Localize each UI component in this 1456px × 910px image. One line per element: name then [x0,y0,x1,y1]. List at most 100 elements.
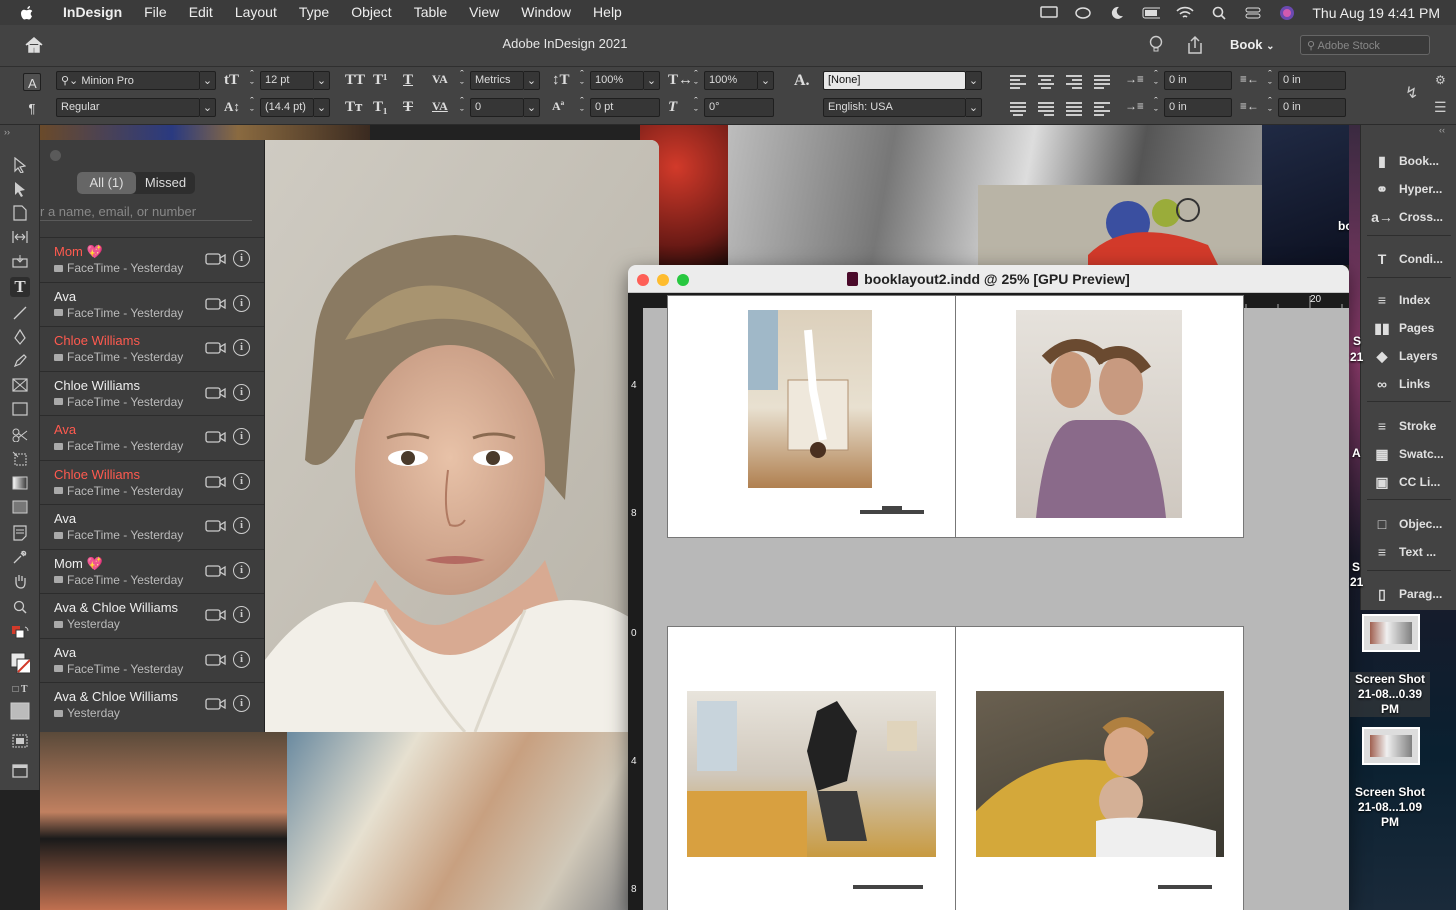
info-icon[interactable]: i [233,650,250,668]
panel-tab-text-wrap[interactable]: ≡ Text ... [1361,538,1456,566]
language-field[interactable]: English: USA [823,98,966,117]
page-spread-1-left[interactable] [667,295,956,538]
spotlight-search-icon[interactable] [1210,6,1228,20]
panel-tab-hyperlink[interactable]: ⚭ Hyper... [1361,175,1456,203]
underline-button[interactable]: T [403,72,413,89]
stepper-icon[interactable]: ˆˇ [1264,69,1276,93]
paragraph-formatting-button[interactable]: ¶ [23,99,41,117]
menu-view[interactable]: View [458,0,510,25]
menu-help[interactable]: Help [582,0,633,25]
chevron-down-icon[interactable]: ⌄ [758,71,774,90]
panel-tab-conditional-text[interactable]: T Condi... [1361,245,1456,273]
skew-field[interactable]: 0° [704,98,774,117]
call-row[interactable]: Mom 💖 FaceTime - Yesterday i [40,237,264,281]
stepper-icon[interactable]: ˆˇ [1150,96,1162,120]
leading-field[interactable]: (14.4 pt) [260,98,314,117]
right-indent-field[interactable]: 0 in [1278,71,1346,90]
tab-missed[interactable]: Missed [136,172,195,194]
page-spread-1-right[interactable] [955,295,1244,538]
small-caps-button[interactable]: Tт [345,99,362,116]
info-icon[interactable]: i [233,339,250,356]
direct-selection-tool-icon[interactable] [10,179,30,199]
align-spine-icon[interactable] [1094,102,1110,116]
share-icon[interactable] [1186,35,1204,60]
chevron-down-icon[interactable]: ⌄ [644,71,660,90]
view-mode-icon[interactable] [10,731,30,751]
info-icon[interactable]: i [233,250,250,267]
vertical-ruler[interactable]: 4 8 0 4 8 [628,308,643,910]
panel-tab-links[interactable]: ∞ Links [1361,370,1456,398]
lightbulb-icon[interactable] [1148,35,1164,60]
panel-tab-index[interactable]: ≡ Index [1361,286,1456,314]
horizontal-scale-field[interactable]: 100% [704,71,758,90]
photo-bedroom[interactable] [687,691,936,857]
vertical-scale-field[interactable]: 100% [590,71,644,90]
subscript-button[interactable]: T₁ [373,99,388,116]
gap-tool-icon[interactable] [10,227,30,247]
call-row[interactable]: Ava FaceTime - Yesterday i [40,637,264,682]
gradient-swatch-tool-icon[interactable] [10,473,30,493]
chevron-down-icon[interactable]: ⌄ [314,98,330,117]
scissors-tool-icon[interactable] [10,425,30,445]
collapse-icon[interactable]: ›› [4,127,10,137]
panel-menu-icon[interactable]: ☰ [1434,99,1447,116]
rectangle-tool-icon[interactable] [10,399,30,419]
zoom-tool-icon[interactable] [10,597,30,617]
menu-layout[interactable]: Layout [224,0,288,25]
display-icon[interactable] [1040,6,1059,20]
screen-mode-icon[interactable] [10,761,30,781]
screenshot-label-2[interactable]: Screen Shot 21-08...1.09 PM [1350,785,1430,830]
stepper-icon[interactable]: ˆˇ [246,96,258,120]
first-line-indent-field[interactable]: 0 in [1164,98,1232,117]
tracking-field[interactable]: 0 [470,98,524,117]
panel-tab-swatches[interactable]: ▦ Swatc... [1361,440,1456,468]
photo-chair-handstand[interactable] [748,310,872,488]
gradient-feather-tool-icon[interactable] [10,497,30,517]
info-icon[interactable]: i [233,517,250,534]
font-family-field[interactable]: ⚲⌄ Minion Pro [56,71,200,90]
facetime-video-call-icon[interactable] [205,430,227,449]
default-colors-icon[interactable] [10,623,30,643]
info-icon[interactable]: i [233,561,250,579]
chevron-down-icon[interactable]: ⌄ [966,98,982,117]
call-row[interactable]: Chloe Williams FaceTime - Yesterday i [40,459,264,504]
creative-cloud-icon[interactable] [1074,6,1092,20]
facetime-video-call-icon[interactable] [205,608,227,627]
facetime-video-call-icon[interactable] [205,252,227,271]
chevron-down-icon[interactable]: ⌄ [524,98,540,117]
chevron-down-icon[interactable]: ⌄ [966,71,982,90]
call-row[interactable]: Mom 💖 FaceTime - Yesterday i [40,548,264,593]
left-indent-field[interactable]: 0 in [1164,71,1232,90]
call-row[interactable]: Ava FaceTime - Yesterday i [40,415,264,459]
stepper-icon[interactable]: ˆˇ [246,69,258,93]
screenshot-thumbnail-1[interactable] [1362,614,1420,652]
panel-tab-object-styles[interactable]: □ Objec... [1361,510,1456,538]
menu-window[interactable]: Window [510,0,582,25]
kerning-field[interactable]: Metrics [470,71,524,90]
apple-icon[interactable] [20,5,40,21]
call-row[interactable]: Ava FaceTime - Yesterday i [40,281,264,326]
font-style-field[interactable]: Regular [56,98,200,117]
info-icon[interactable]: i [233,472,250,490]
battery-icon[interactable] [1142,6,1161,20]
last-line-indent-field[interactable]: 0 in [1278,98,1346,117]
content-collector-icon[interactable] [10,251,30,271]
panel-tab-paragraph-styles[interactable]: ▯ Parag... [1361,580,1456,608]
pen-tool-icon[interactable] [10,327,30,347]
screenshot-thumbnail-2[interactable] [1362,727,1420,765]
chevron-down-icon[interactable]: ⌄ [524,71,540,90]
fill-stroke-swatch-icon[interactable] [10,652,30,674]
control-center-icon[interactable] [1244,6,1262,20]
facetime-video-call-icon[interactable] [205,564,227,583]
strikethrough-button[interactable]: T [403,99,413,116]
photo-two-women[interactable] [1016,310,1182,518]
workspace-switcher[interactable]: Book ⌄ [1230,37,1275,52]
page-tool-icon[interactable] [10,203,30,223]
panel-tab-pages[interactable]: ▮▮ Pages [1361,314,1456,342]
chevron-down-icon[interactable]: ⌄ [200,98,216,117]
call-row[interactable]: Ava & Chloe Williams Yesterday i [40,593,264,637]
facetime-video-call-icon[interactable] [205,475,227,494]
chevron-down-icon[interactable]: ⌄ [200,71,216,90]
panel-tab-layers[interactable]: ◆ Layers [1361,342,1456,370]
free-transform-tool-icon[interactable] [10,449,30,469]
